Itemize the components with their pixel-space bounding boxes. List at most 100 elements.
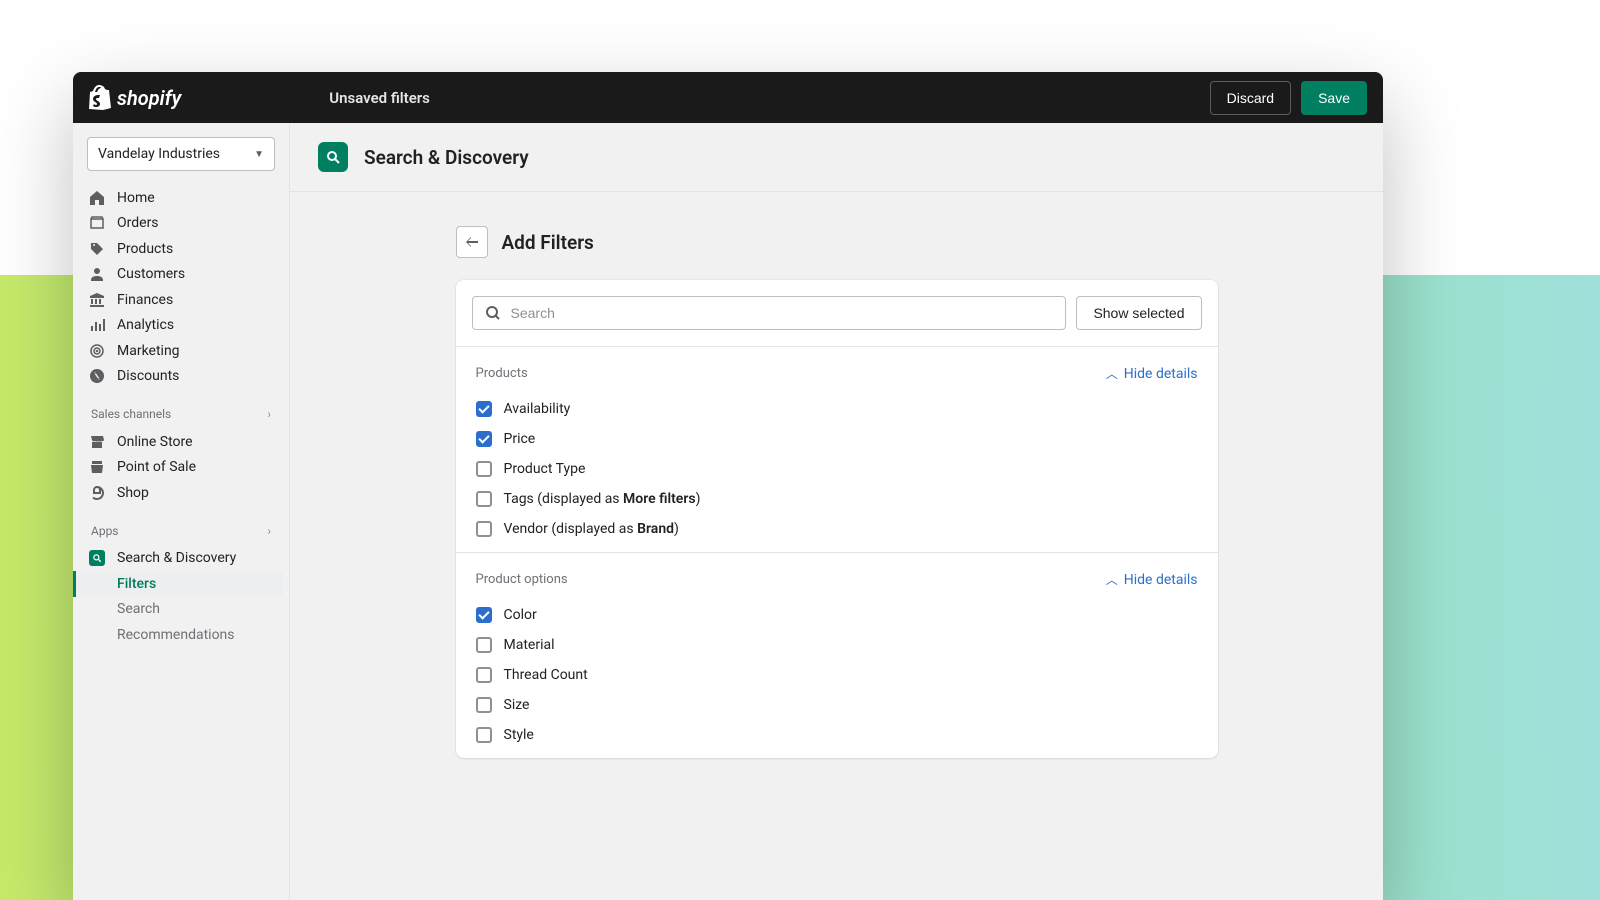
nav-label: Online Store — [117, 434, 193, 450]
sales-channels-heading: Sales channels › — [79, 399, 283, 429]
arrow-left-icon — [464, 234, 480, 250]
shopify-bag-icon — [89, 85, 111, 110]
nav-label: Finances — [117, 292, 173, 308]
checkbox[interactable] — [476, 521, 492, 537]
app-title: Search & Discovery — [364, 146, 529, 169]
filters-card: Show selected Products ︿Hide details Avail… — [456, 280, 1218, 758]
filter-option[interactable]: Product Type — [476, 454, 1198, 484]
checkbox[interactable] — [476, 607, 492, 623]
search-discovery-icon — [89, 550, 105, 566]
caret-down-icon: ▼ — [254, 149, 264, 160]
save-button[interactable]: Save — [1301, 81, 1367, 115]
marketing-icon — [89, 343, 105, 359]
hide-details-toggle[interactable]: ︿Hide details — [1106, 365, 1198, 382]
search-icon — [485, 305, 501, 321]
checkbox[interactable] — [476, 727, 492, 743]
section-header: Products ︿Hide details — [476, 365, 1198, 382]
filter-option-label: Color — [504, 607, 537, 623]
back-button[interactable] — [456, 226, 488, 258]
filter-option-label: Style — [504, 727, 534, 743]
checkbox[interactable] — [476, 401, 492, 417]
filter-option[interactable]: Size — [476, 690, 1198, 720]
nav-products[interactable]: Products — [79, 236, 283, 262]
chevron-right-icon[interactable]: › — [267, 407, 271, 421]
nav-label: Analytics — [117, 317, 174, 333]
checkbox[interactable] — [476, 637, 492, 653]
nav-label: Orders — [117, 215, 159, 231]
filter-option[interactable]: Tags (displayed as More filters) — [476, 484, 1198, 514]
products-icon — [89, 241, 105, 257]
filter-option-label: Size — [504, 697, 530, 713]
analytics-icon — [89, 317, 105, 333]
nav-customers[interactable]: Customers — [79, 262, 283, 288]
filter-option[interactable]: Color — [476, 600, 1198, 630]
discard-button[interactable]: Discard — [1210, 81, 1291, 115]
store-icon — [89, 434, 105, 450]
nav-discounts[interactable]: Discounts — [79, 364, 283, 390]
nav-label: Home — [117, 190, 155, 206]
app-window: shopify Unsaved filters Discard Save Van… — [73, 72, 1383, 900]
displayed-as-value: Brand — [637, 521, 674, 537]
section-title: Products — [476, 366, 528, 381]
nav-label: Discounts — [117, 368, 179, 384]
nav-analytics[interactable]: Analytics — [79, 313, 283, 339]
nav-label: Shop — [117, 485, 149, 501]
nav-sub-recommendations[interactable]: Recommendations — [79, 622, 283, 648]
top-bar: shopify Unsaved filters Discard Save — [73, 72, 1383, 123]
filter-option-label: Thread Count — [504, 667, 588, 683]
hide-details-toggle[interactable]: ︿Hide details — [1106, 571, 1198, 588]
nav-finances[interactable]: Finances — [79, 287, 283, 313]
nav-search-discovery[interactable]: Search & Discovery — [79, 546, 283, 572]
nav-shop[interactable]: Shop — [79, 480, 283, 506]
nav-label: Products — [117, 241, 173, 257]
filter-option-label: Product Type — [504, 461, 586, 477]
store-name: Vandelay Industries — [98, 146, 220, 162]
nav-label: Point of Sale — [117, 459, 196, 475]
filter-section: Product options ︿Hide details Color Materia… — [456, 553, 1218, 758]
page-title: Add Filters — [502, 231, 594, 254]
filter-option[interactable]: Material — [476, 630, 1198, 660]
filter-option-label: Material — [504, 637, 555, 653]
filter-option-label: Vendor (displayed as Brand) — [504, 521, 679, 537]
nav-online-store[interactable]: Online Store — [79, 429, 283, 455]
search-box[interactable] — [472, 296, 1067, 330]
search-input[interactable] — [511, 305, 1054, 321]
section-header: Product options ︿Hide details — [476, 571, 1198, 588]
show-selected-button[interactable]: Show selected — [1076, 296, 1201, 330]
nav-sub-search[interactable]: Search — [79, 597, 283, 623]
nav-label: Customers — [117, 266, 185, 282]
chevron-right-icon[interactable]: › — [267, 524, 271, 538]
search-row: Show selected — [456, 280, 1218, 347]
checkbox[interactable] — [476, 461, 492, 477]
unsaved-indicator: Unsaved filters — [329, 89, 430, 107]
page-title-row: Add Filters — [456, 226, 1218, 258]
checkbox[interactable] — [476, 431, 492, 447]
filter-option[interactable]: Vendor (displayed as Brand) — [476, 514, 1198, 544]
nav-label: Marketing — [117, 343, 180, 359]
section-title: Product options — [476, 572, 568, 587]
checkbox[interactable] — [476, 667, 492, 683]
filter-option[interactable]: Thread Count — [476, 660, 1198, 690]
filter-option[interactable]: Availability — [476, 394, 1198, 424]
customers-icon — [89, 266, 105, 282]
store-selector[interactable]: Vandelay Industries ▼ — [87, 137, 275, 171]
chevron-up-icon: ︿ — [1106, 571, 1118, 588]
nav-marketing[interactable]: Marketing — [79, 338, 283, 364]
filter-option[interactable]: Style — [476, 720, 1198, 750]
shop-icon — [89, 485, 105, 501]
nav-point-of-sale[interactable]: Point of Sale — [79, 455, 283, 481]
nav-label: Search & Discovery — [117, 550, 236, 566]
checkbox[interactable] — [476, 697, 492, 713]
nav-sub-filters[interactable]: Filters — [73, 571, 283, 597]
filter-section: Products ︿Hide details Availability Price Pr… — [456, 347, 1218, 553]
nav-home[interactable]: Home — [79, 185, 283, 211]
discounts-icon — [89, 368, 105, 384]
filter-option-label: Availability — [504, 401, 571, 417]
sidebar: Vandelay Industries ▼ Home Orders Produc… — [73, 123, 290, 900]
home-icon — [89, 190, 105, 206]
nav-orders[interactable]: Orders — [79, 211, 283, 237]
orders-icon — [89, 215, 105, 231]
filter-option-label: Price — [504, 431, 536, 447]
filter-option[interactable]: Price — [476, 424, 1198, 454]
checkbox[interactable] — [476, 491, 492, 507]
